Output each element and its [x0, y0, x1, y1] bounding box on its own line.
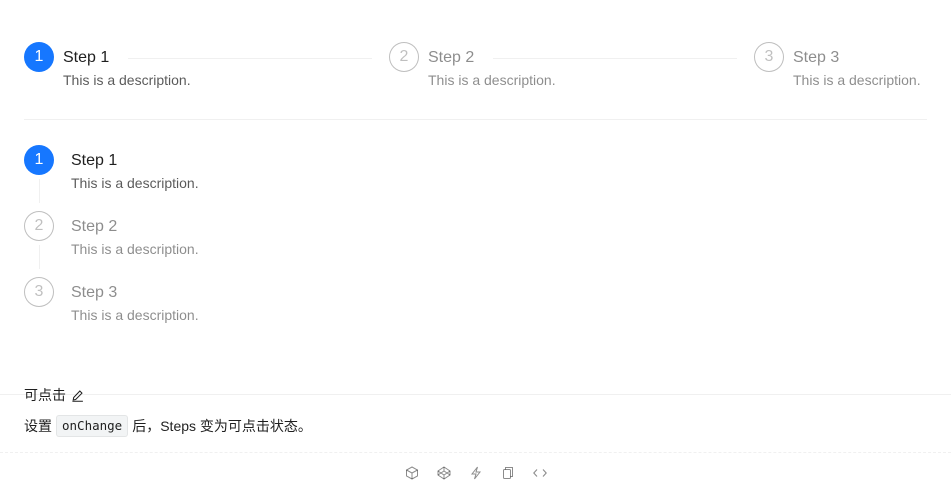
steps-item-2[interactable]: 2 Step 2 This is a description. [389, 42, 556, 102]
steps-item-2[interactable]: 2 Step 2 This is a description. [24, 211, 424, 260]
copy-icon[interactable] [500, 462, 516, 484]
divider [24, 119, 927, 120]
codesandbox-icon[interactable] [404, 462, 420, 484]
codepen-icon[interactable] [436, 462, 452, 484]
step-icon-2: 2 [389, 42, 419, 72]
steps-item-1[interactable]: 1 Step 1 This is a description. [24, 42, 191, 102]
demo-title: 可点击 [24, 385, 84, 405]
step-icon-1: 1 [24, 42, 54, 72]
demo-desc-suffix: 后，Steps 变为可点击状态。 [132, 418, 312, 434]
step-icon-3: 3 [754, 42, 784, 72]
step-description: This is a description. [793, 72, 921, 88]
step-description: This is a description. [71, 307, 199, 323]
steps-item-3[interactable]: 3 Step 3 This is a description. [754, 42, 921, 102]
demo-title-text: 可点击 [24, 387, 66, 403]
step-connector-line [128, 58, 372, 59]
code-expand-icon[interactable] [532, 462, 548, 484]
step-description: This is a description. [71, 175, 199, 191]
step-icon-1: 1 [24, 145, 54, 175]
step-icon-3: 3 [24, 277, 54, 307]
step-description: This is a description. [428, 72, 556, 88]
steps-horizontal: 1 Step 1 This is a description. 2 Step 2… [24, 42, 927, 102]
actions-divider [0, 452, 951, 453]
demo-desc-prefix: 设置 [24, 418, 52, 434]
steps-item-1[interactable]: 1 Step 1 This is a description. [24, 145, 424, 194]
stackblitz-icon[interactable] [468, 462, 484, 484]
step-connector-line [493, 58, 737, 59]
meta-divider [0, 394, 951, 395]
step-description: This is a description. [63, 72, 191, 88]
code-box-actions [0, 462, 951, 484]
steps-item-3[interactable]: 3 Step 3 This is a description. [24, 277, 424, 326]
inline-code: onChange [56, 415, 129, 437]
demo-description: 设置 onChange 后，Steps 变为可点击状态。 [24, 415, 312, 437]
step-description: This is a description. [71, 241, 199, 257]
edit-icon[interactable] [71, 389, 84, 402]
step-icon-2: 2 [24, 211, 54, 241]
